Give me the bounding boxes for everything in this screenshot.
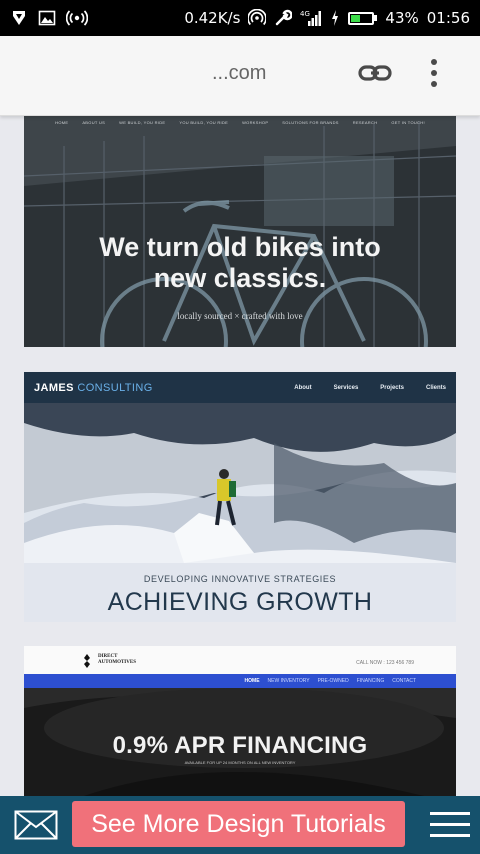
bike-nav-item: WORKSHOP bbox=[242, 120, 269, 125]
mail-icon[interactable] bbox=[14, 810, 58, 840]
battery-percent: 43% bbox=[385, 9, 419, 27]
browser-toolbar: ...com bbox=[0, 36, 480, 116]
automotive-nav-item: CONTACT bbox=[392, 678, 416, 684]
charging-icon bbox=[332, 10, 339, 26]
consulting-logo-accent: CONSULTING bbox=[77, 381, 153, 394]
network-speed: 0.42K/s bbox=[184, 9, 241, 27]
bike-nav-item: WE BUILD, YOU RIDE bbox=[119, 120, 166, 125]
url-text[interactable]: ...com bbox=[212, 62, 266, 85]
bike-tagline: locally sourced × crafted with love bbox=[177, 311, 303, 321]
battery-icon bbox=[348, 11, 378, 25]
bike-nav-item: ABOUT US bbox=[82, 120, 106, 125]
wrench-icon bbox=[276, 9, 293, 26]
image-icon bbox=[38, 10, 56, 26]
consulting-header: JAMES CONSULTING About Services Projects… bbox=[24, 372, 456, 403]
bike-nav-item: YOU BUILD, YOU RIDE bbox=[179, 120, 229, 125]
broadcast-icon bbox=[66, 10, 88, 26]
automotive-nav-item: NEW INVENTORY bbox=[267, 678, 310, 684]
see-more-tutorials-button[interactable]: See More Design Tutorials bbox=[72, 801, 405, 847]
bike-nav-item: RESEARCH bbox=[352, 120, 378, 125]
bike-headline: We turn old bikes into new classics. bbox=[24, 232, 456, 294]
automotive-logo-line2: AUTOMOTIVES bbox=[98, 660, 136, 665]
automotive-nav-item: HOME bbox=[244, 678, 260, 684]
consulting-heading: ACHIEVING GROWTH bbox=[107, 588, 373, 616]
overflow-menu-icon[interactable] bbox=[424, 58, 444, 88]
tango-icon bbox=[13, 11, 25, 25]
bike-nav-item: SOLUTIONS FOR BRANDS bbox=[282, 120, 339, 125]
automotive-logo-icon bbox=[84, 654, 90, 668]
bike-nav-item: HOME bbox=[55, 120, 69, 125]
consulting-nav-item: Projects bbox=[380, 384, 404, 391]
automotive-nav-item: PRE-OWNED bbox=[317, 678, 349, 684]
automotive-call-number: CALL NOW : 123 456 789 bbox=[356, 660, 414, 666]
consulting-nav-item: About bbox=[294, 384, 312, 391]
automotive-nav-item: FINANCING bbox=[356, 678, 385, 684]
bottom-action-bar: See More Design Tutorials bbox=[0, 796, 480, 854]
automotive-website-preview[interactable]: DIRECT AUTOMOTIVES CALL NOW : 123 456 78… bbox=[24, 646, 456, 796]
battery-level bbox=[351, 14, 361, 22]
consulting-nav-item: Services bbox=[333, 384, 359, 391]
bike-site-nav: HOME ABOUT US WE BUILD, YOU RIDE YOU BUI… bbox=[24, 120, 456, 125]
bike-website-preview[interactable]: HOME ABOUT US WE BUILD, YOU RIDE YOU BUI… bbox=[24, 116, 456, 347]
signal-icon: 4G bbox=[300, 10, 322, 26]
consulting-subheading: DEVELOPING INNOVATIVE STRATEGIES bbox=[143, 574, 337, 584]
clock: 01:56 bbox=[426, 9, 470, 27]
bike-headline-line1: We turn old bikes into bbox=[99, 232, 381, 262]
bike-headline-line2: new classics. bbox=[153, 263, 327, 293]
hotspot-icon bbox=[248, 9, 267, 26]
status-bar: 0.42K/s 4G 43% 01:56 bbox=[0, 0, 480, 36]
consulting-logo: JAMES CONSULTING bbox=[34, 382, 153, 394]
consulting-logo-main: JAMES bbox=[34, 381, 74, 394]
automotive-nav: HOME NEW INVENTORY PRE-OWNED FINANCING C… bbox=[24, 674, 456, 688]
automotive-logo-text: DIRECT AUTOMOTIVES bbox=[98, 654, 136, 666]
bike-nav-item: GET IN TOUCH! bbox=[391, 120, 425, 125]
consulting-website-preview[interactable]: JAMES CONSULTING About Services Projects… bbox=[24, 372, 456, 622]
automotive-headline: 0.9% APR FINANCING bbox=[112, 732, 368, 759]
hamburger-menu-icon[interactable] bbox=[430, 810, 470, 840]
automotive-subline: AVAILABLE FOR UP 24 MONTHS ON ALL NEW IN… bbox=[184, 760, 296, 765]
network-type: 4G bbox=[300, 10, 310, 18]
consulting-nav-item: Clients bbox=[425, 384, 446, 391]
link-icon[interactable] bbox=[358, 56, 392, 90]
consulting-nav: About Services Projects Clients bbox=[294, 385, 446, 391]
